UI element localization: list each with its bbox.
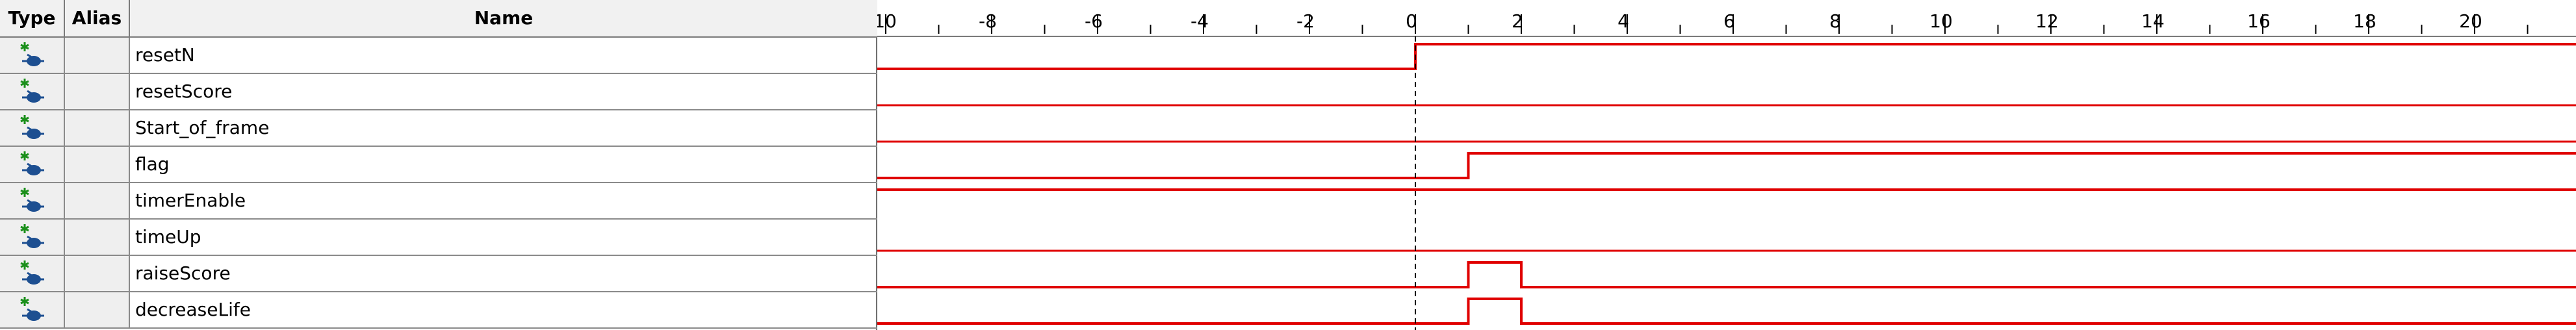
time-tick-label: 4 xyxy=(1617,10,1629,32)
time-tick-label: -8 xyxy=(979,10,997,32)
input-pin-icon xyxy=(20,297,44,321)
input-pin-icon xyxy=(20,115,44,139)
time-tick-label: -10 xyxy=(877,10,897,32)
time-tick-label: 20 xyxy=(2459,10,2482,32)
time-tick-label: 0 xyxy=(1406,10,1417,32)
signal-name[interactable]: Start_of_frame xyxy=(130,110,877,146)
time-tick-label: -2 xyxy=(1296,10,1315,32)
time-tick-label: -4 xyxy=(1191,10,1209,32)
alias-cell[interactable] xyxy=(65,183,130,218)
type-cell xyxy=(0,38,65,73)
waveform-panel[interactable]: -10 -8 -6 -4 -2 0 2 4 6 8 10 12 14 16 18 20 xyxy=(877,0,2576,330)
time-tick-label: 14 xyxy=(2141,10,2165,32)
alias-cell[interactable] xyxy=(65,220,130,255)
signal-name[interactable]: raiseScore xyxy=(130,256,877,291)
signal-name[interactable]: timerEnable xyxy=(130,183,877,218)
signal-name[interactable]: decreaseLife xyxy=(130,292,877,327)
input-pin-icon xyxy=(20,188,44,212)
alias-cell[interactable] xyxy=(65,74,130,109)
time-tick-label: 18 xyxy=(2353,10,2376,32)
type-cell xyxy=(0,292,65,327)
input-pin-icon xyxy=(20,224,44,248)
table-header: Type Alias Name xyxy=(0,0,877,38)
alias-cell[interactable] xyxy=(65,147,130,182)
name-column-header[interactable]: Name xyxy=(130,0,877,36)
waveform-canvas[interactable]: -10 -8 -6 -4 -2 0 2 4 6 8 10 12 14 16 18 20 xyxy=(877,0,2576,330)
signal-name[interactable]: flag xyxy=(130,147,877,182)
alias-cell[interactable] xyxy=(65,256,130,291)
signal-row[interactable]: timerEnable xyxy=(0,183,877,220)
alias-cell[interactable] xyxy=(65,38,130,73)
type-column-header[interactable]: Type xyxy=(0,0,65,36)
type-cell xyxy=(0,147,65,182)
signal-name[interactable]: resetN xyxy=(130,38,877,73)
input-pin-icon xyxy=(20,79,44,103)
input-pin-icon xyxy=(20,260,44,285)
signal-name[interactable]: resetScore xyxy=(130,74,877,109)
type-cell xyxy=(0,74,65,109)
type-cell xyxy=(0,183,65,218)
input-pin-icon xyxy=(20,151,44,175)
input-pin-icon xyxy=(20,42,44,66)
alias-column-header[interactable]: Alias xyxy=(65,0,130,36)
time-tick-label: -6 xyxy=(1085,10,1103,32)
signal-row[interactable]: resetScore xyxy=(0,74,877,110)
alias-cell[interactable] xyxy=(65,110,130,146)
time-tick-label: 6 xyxy=(1723,10,1735,32)
time-tick-label: 12 xyxy=(2035,10,2059,32)
waveform-trace[interactable] xyxy=(877,43,2576,70)
time-tick-label: 2 xyxy=(1512,10,1523,32)
signal-row[interactable]: timeUp xyxy=(0,220,877,256)
signal-table: Type Alias Name resetN resetScore Start_of… xyxy=(0,0,877,330)
signal-row[interactable]: decreaseLife xyxy=(0,292,877,329)
type-cell xyxy=(0,110,65,146)
time-tick-label: 10 xyxy=(1929,10,1953,32)
signal-row[interactable]: Start_of_frame xyxy=(0,110,877,147)
signal-name[interactable]: timeUp xyxy=(130,220,877,255)
time-tick-label: 8 xyxy=(1829,10,1841,32)
signal-row[interactable]: flag xyxy=(0,147,877,183)
alias-cell[interactable] xyxy=(65,292,130,327)
signal-row[interactable]: raiseScore xyxy=(0,256,877,292)
waveform-viewer: Type Alias Name resetN resetScore Start_of… xyxy=(0,0,2576,330)
waveform-trace[interactable] xyxy=(877,298,2576,325)
time-tick-label: 16 xyxy=(2247,10,2271,32)
waveform-trace[interactable] xyxy=(877,261,2576,288)
waveform-trace[interactable] xyxy=(877,152,2576,179)
type-cell xyxy=(0,220,65,255)
signal-row[interactable]: resetN xyxy=(0,38,877,74)
type-cell xyxy=(0,256,65,291)
